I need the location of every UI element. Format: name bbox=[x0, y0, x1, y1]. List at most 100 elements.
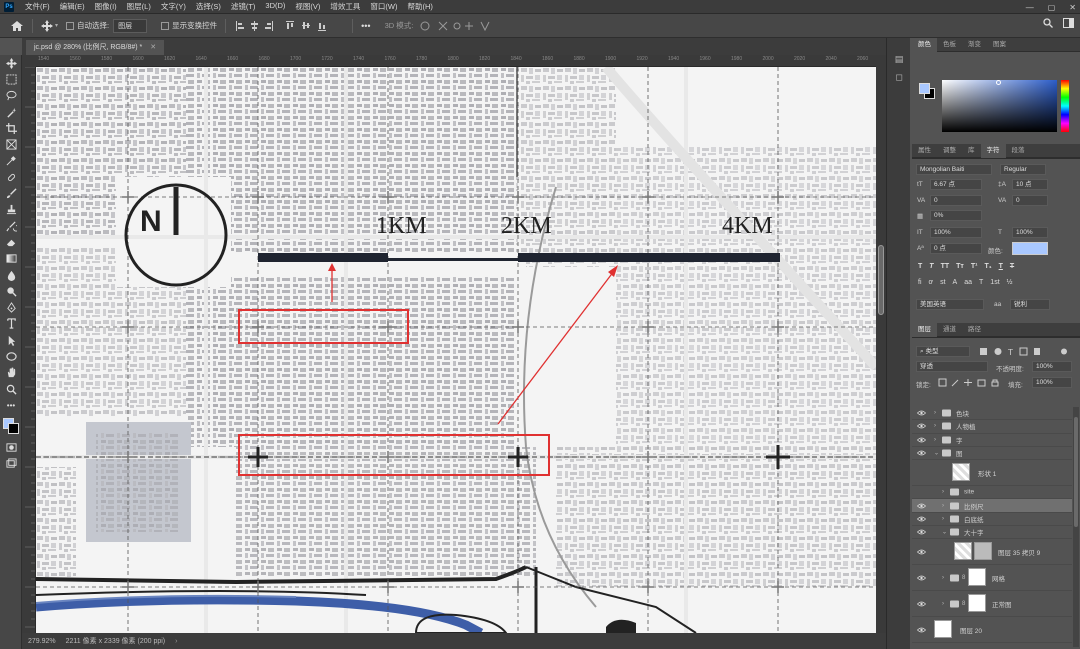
eye-icon[interactable] bbox=[917, 516, 926, 522]
chevron-right-icon[interactable]: › bbox=[934, 410, 936, 416]
align-icons[interactable] bbox=[234, 20, 344, 32]
tab-adjustments[interactable]: 调整 bbox=[937, 144, 962, 158]
layers-scrollbar-thumb[interactable] bbox=[1074, 417, 1078, 527]
eye-icon[interactable] bbox=[917, 503, 926, 509]
tool-healing[interactable] bbox=[0, 169, 22, 185]
menu-item-3[interactable]: 图层(L) bbox=[122, 1, 156, 12]
color-field-cursor[interactable] bbox=[996, 80, 1001, 85]
tool-lasso[interactable] bbox=[0, 88, 22, 104]
chevron-right-icon[interactable]: › bbox=[942, 503, 944, 509]
vertical-scale-field[interactable]: 100% bbox=[930, 227, 982, 238]
3d-mode-icons[interactable] bbox=[419, 20, 499, 32]
ruler-origin[interactable] bbox=[22, 55, 36, 67]
eye-icon[interactable] bbox=[917, 601, 926, 607]
tab-paths[interactable]: 路径 bbox=[962, 323, 987, 337]
layer-thumbnail[interactable] bbox=[954, 542, 972, 561]
superscript-button[interactable]: T¹ bbox=[971, 263, 978, 270]
document-canvas[interactable]: N 1KM 2KM 4KM bbox=[36, 67, 876, 633]
close-tab-icon[interactable]: ✕ bbox=[150, 44, 156, 51]
layer-filter-icons[interactable]: T bbox=[978, 347, 1072, 356]
tool-move[interactable] bbox=[0, 55, 22, 71]
layers-scrollbar[interactable] bbox=[1073, 407, 1079, 647]
tool-frame[interactable] bbox=[0, 136, 22, 152]
tool-history-brush[interactable] bbox=[0, 218, 22, 234]
tool-marquee[interactable] bbox=[0, 71, 22, 87]
menu-item-6[interactable]: 滤镜(T) bbox=[226, 1, 261, 12]
layer-row[interactable]: › 白底纸 bbox=[912, 513, 1072, 527]
layer-row[interactable]: › 色块 bbox=[912, 407, 1072, 421]
chevron-right-icon[interactable]: › bbox=[934, 437, 936, 443]
tool-shape[interactable] bbox=[0, 348, 22, 364]
menu-item-2[interactable]: 图像(I) bbox=[90, 1, 122, 12]
zoom-level[interactable]: 279.92% bbox=[28, 638, 56, 645]
tool-path-select[interactable] bbox=[0, 332, 22, 348]
close-icon[interactable]: ✕ bbox=[1069, 3, 1076, 12]
chevron-right-icon[interactable]: › bbox=[942, 601, 944, 607]
layer-mask-thumbnail[interactable] bbox=[974, 542, 992, 561]
tool-brush[interactable] bbox=[0, 185, 22, 201]
tool-quickmask[interactable] bbox=[0, 440, 22, 456]
maximize-icon[interactable]: ▢ bbox=[1048, 3, 1056, 12]
menu-item-0[interactable]: 文件(F) bbox=[20, 1, 55, 12]
tool-hand[interactable] bbox=[0, 365, 22, 381]
menu-item-5[interactable]: 选择(S) bbox=[191, 1, 226, 12]
tab-color[interactable]: 颜色 bbox=[912, 37, 937, 52]
tool-crop[interactable] bbox=[0, 120, 22, 136]
layer-mask-thumbnail[interactable] bbox=[968, 594, 986, 613]
text-color-swatch[interactable] bbox=[1012, 242, 1048, 255]
search-icon[interactable] bbox=[1043, 18, 1053, 28]
tool-preset-chevron-icon[interactable]: ▾ bbox=[55, 22, 58, 29]
eye-icon[interactable] bbox=[917, 423, 926, 429]
menu-item-11[interactable]: 帮助(H) bbox=[403, 1, 438, 12]
eye-icon[interactable] bbox=[917, 549, 926, 555]
fractions-button[interactable]: 1st bbox=[990, 279, 999, 286]
blend-mode-select[interactable]: 穿透 bbox=[916, 361, 988, 372]
tab-channels[interactable]: 通道 bbox=[937, 323, 962, 337]
subscript-button[interactable]: T₁ bbox=[984, 263, 991, 270]
faux-italic-button[interactable]: T bbox=[929, 263, 933, 270]
leading-field[interactable]: 10 点 bbox=[1012, 179, 1048, 190]
scrollbar-thumb[interactable] bbox=[878, 245, 884, 315]
chevron-down-icon[interactable]: ⌄ bbox=[934, 450, 939, 457]
tab-gradients[interactable]: 渐变 bbox=[962, 38, 987, 52]
ordinals-button[interactable]: aa bbox=[964, 279, 972, 286]
menu-item-10[interactable]: 窗口(W) bbox=[365, 1, 402, 12]
tool-pen[interactable] bbox=[0, 299, 22, 315]
layer-row[interactable]: ⌄ 图 bbox=[912, 447, 1072, 461]
home-icon[interactable] bbox=[10, 20, 24, 32]
eye-icon[interactable] bbox=[917, 575, 926, 581]
baseline-shift-field[interactable]: 0 点 bbox=[930, 243, 982, 254]
chevron-right-icon[interactable]: › bbox=[934, 423, 936, 429]
color-panel-fg-swatch[interactable] bbox=[919, 83, 930, 94]
move-tool-icon[interactable] bbox=[41, 19, 53, 32]
vertical-ruler[interactable] bbox=[22, 67, 36, 633]
layer-row[interactable]: › 8 正常图 bbox=[912, 591, 1072, 618]
layer-row[interactable]: ⌄ 大十字 bbox=[912, 526, 1072, 540]
tool-type[interactable] bbox=[0, 316, 22, 332]
lock-icons[interactable] bbox=[938, 378, 1002, 387]
color-field[interactable] bbox=[942, 80, 1057, 132]
layer-mask-thumbnail[interactable] bbox=[968, 568, 986, 587]
canvas-vertical-scrollbar[interactable] bbox=[876, 55, 886, 633]
layer-row[interactable]: 形状 1 bbox=[912, 460, 1072, 487]
font-family-select[interactable]: Mongolian Baiti bbox=[916, 164, 992, 175]
half-button[interactable]: ½ bbox=[1007, 279, 1013, 286]
titling-button[interactable]: T bbox=[979, 279, 983, 286]
auto-select-checkbox[interactable] bbox=[66, 21, 75, 30]
tab-layers[interactable]: 图层 bbox=[912, 322, 937, 337]
background-color-swatch[interactable] bbox=[8, 422, 19, 434]
tab-properties[interactable]: 属性 bbox=[912, 144, 937, 158]
eye-icon[interactable] bbox=[917, 529, 926, 535]
language-select[interactable]: 美国英语 bbox=[916, 299, 984, 310]
tool-dodge[interactable] bbox=[0, 283, 22, 299]
ornaments-button[interactable]: ơ bbox=[929, 279, 934, 286]
menu-item-9[interactable]: 增效工具 bbox=[325, 1, 365, 12]
kerning-field[interactable]: 0 bbox=[930, 195, 982, 206]
stylistic-button[interactable]: st bbox=[940, 279, 945, 286]
swash-button[interactable]: A bbox=[953, 279, 958, 286]
tracking-field[interactable]: 0 bbox=[1012, 195, 1048, 206]
chevron-right-icon[interactable]: › bbox=[942, 516, 944, 522]
font-size-field[interactable]: 6.67 点 bbox=[930, 179, 982, 190]
layer-row[interactable]: 图层 20 bbox=[912, 617, 1072, 644]
layer-thumbnail[interactable] bbox=[934, 620, 952, 639]
